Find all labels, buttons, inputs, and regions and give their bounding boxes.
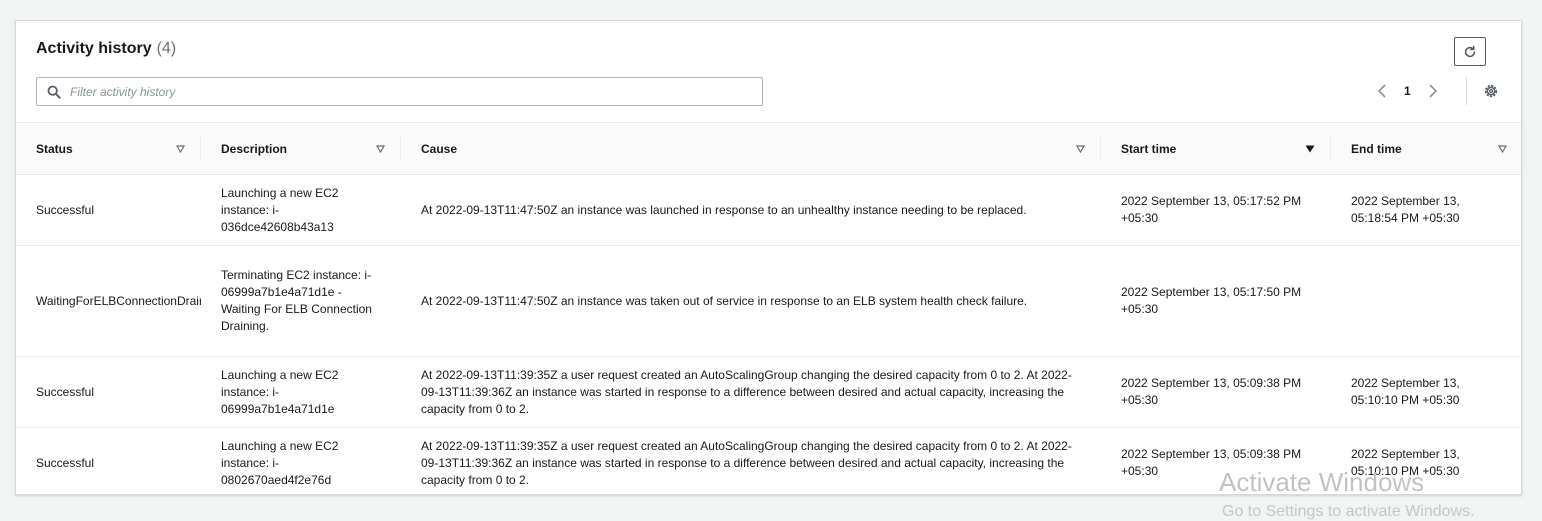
- caret-down-icon: [1497, 144, 1507, 154]
- start-time-cell: 2022 September 13, 05:17:50 PM +05:30: [1101, 245, 1331, 357]
- cause-cell: At 2022-09-13T11:39:35Z a user request c…: [401, 427, 1101, 494]
- chevron-left-icon: [1377, 84, 1386, 98]
- column-header-cause[interactable]: Cause: [401, 122, 1101, 175]
- gear-icon: [1484, 84, 1498, 98]
- start-time-cell: 2022 September 13, 05:09:38 PM +05:30: [1101, 356, 1331, 428]
- status-cell: Successful: [16, 427, 201, 494]
- description-cell: Launching a new EC2 instance: i-036dce42…: [201, 174, 401, 246]
- end-time-cell: [1331, 245, 1521, 357]
- pagination-divider: [1466, 77, 1467, 105]
- refresh-button[interactable]: [1454, 37, 1486, 66]
- description-cell: Launching a new EC2 instance: i-06999a7b…: [201, 356, 401, 428]
- table-row[interactable]: WaitingForELBConnectionDraining Terminat…: [16, 245, 1521, 357]
- description-cell: Launching a new EC2 instance: i-0802670a…: [201, 427, 401, 494]
- status-cell: Successful: [16, 356, 201, 428]
- caret-down-icon: [1075, 144, 1085, 154]
- column-header-label: Status: [36, 141, 73, 156]
- caret-down-icon: [175, 144, 185, 154]
- activate-windows-watermark: Activate Windows: [1219, 467, 1425, 497]
- table-header-row: Status Description Cause Start time End …: [16, 122, 1521, 175]
- column-header-end-time[interactable]: End time: [1331, 122, 1521, 175]
- column-header-label: End time: [1351, 141, 1402, 156]
- cause-cell: At 2022-09-13T11:47:50Z an instance was …: [401, 245, 1101, 357]
- cause-cell: At 2022-09-13T11:47:50Z an instance was …: [401, 174, 1101, 246]
- search-icon: [47, 85, 61, 99]
- activate-windows-subtext: Go to Settings to activate Windows.: [1222, 503, 1475, 520]
- start-time-cell: 2022 September 13, 05:17:52 PM +05:30: [1101, 174, 1331, 246]
- status-cell: WaitingForELBConnectionDraining: [16, 245, 201, 357]
- table-row[interactable]: Successful Launching a new EC2 instance:…: [16, 356, 1521, 428]
- table-row[interactable]: Successful Launching a new EC2 instance:…: [16, 174, 1521, 246]
- column-header-label: Start time: [1121, 141, 1177, 156]
- panel-header: Activity history(4) 1: [16, 21, 1521, 122]
- activity-count: (4): [156, 40, 177, 57]
- filter-search-box[interactable]: [36, 77, 763, 106]
- end-time-cell: 2022 September 13, 05:10:10 PM +05:30: [1331, 356, 1521, 428]
- description-cell: Terminating EC2 instance: i-06999a7b1e4a…: [201, 245, 401, 357]
- prev-page-button[interactable]: [1374, 81, 1390, 101]
- cause-cell: At 2022-09-13T11:39:35Z a user request c…: [401, 356, 1101, 428]
- column-header-label: Cause: [421, 141, 458, 156]
- pagination: 1: [1374, 81, 1441, 101]
- panel-title: Activity history (4): [36, 40, 176, 58]
- preferences-button[interactable]: [1481, 81, 1501, 101]
- chevron-right-icon: [1429, 84, 1437, 98]
- top-strip: [0, 0, 1542, 12]
- panel-title-text: Activity history: [36, 40, 152, 57]
- filter-search-input[interactable]: [70, 84, 730, 99]
- caret-down-filled-icon: [1305, 144, 1315, 154]
- current-page-number[interactable]: 1: [1404, 84, 1411, 98]
- caret-down-icon: [375, 144, 385, 154]
- next-page-button[interactable]: [1425, 81, 1441, 101]
- status-cell: Successful: [16, 174, 201, 246]
- column-header-description[interactable]: Description: [201, 122, 401, 175]
- activity-history-panel: Activity history(4) 1: [15, 20, 1522, 495]
- column-header-status[interactable]: Status: [16, 122, 201, 175]
- end-time-cell: 2022 September 13, 05:18:54 PM +05:30: [1331, 174, 1521, 246]
- activity-table: Status Description Cause Start time End …: [16, 122, 1521, 494]
- refresh-icon: [1464, 45, 1476, 57]
- column-header-label: Description: [221, 141, 288, 156]
- column-header-start-time[interactable]: Start time: [1101, 122, 1331, 175]
